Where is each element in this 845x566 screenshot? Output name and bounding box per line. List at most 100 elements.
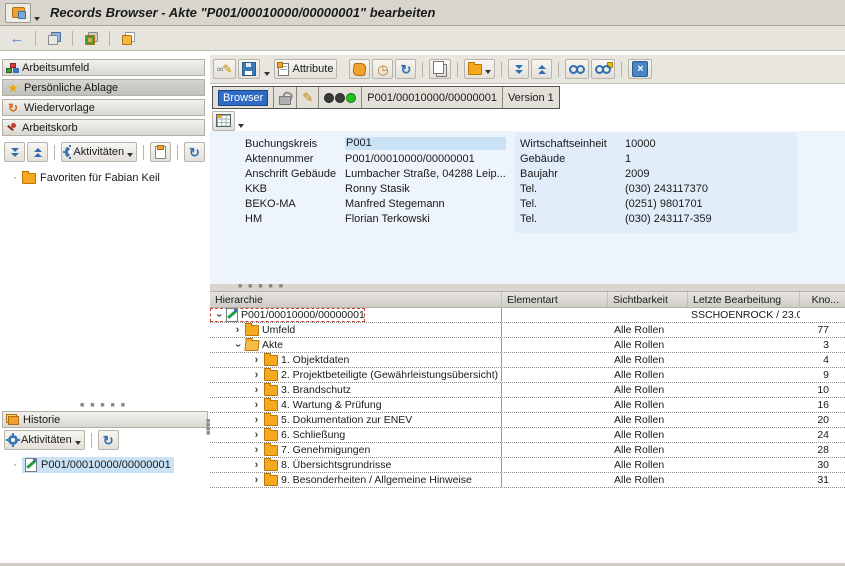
refresh-button[interactable]: ↻ <box>395 59 416 79</box>
expand-expander-icon[interactable]: › <box>233 325 242 336</box>
folder-menu-button[interactable] <box>464 59 495 79</box>
tree-row[interactable]: ›2. Projektbeteiligte (Gewährleistungsüb… <box>210 368 845 383</box>
find-button[interactable] <box>565 59 589 79</box>
field-value: Florian Terkowski <box>345 213 430 225</box>
attribute-button[interactable]: Attribute <box>274 59 337 79</box>
copy-icon <box>433 61 444 74</box>
tree-row[interactable]: ›6. SchließungAlle Rollen24 <box>210 428 845 443</box>
sidebar-section-persönliche-ablage[interactable]: ★Persönliche Ablage <box>2 79 205 96</box>
tree-node[interactable]: ›4. Wartung & Prüfung <box>210 398 382 412</box>
expand-expander-icon[interactable]: › <box>252 475 261 486</box>
insert-table-menu-button[interactable] <box>236 111 246 131</box>
activities-menu-button[interactable]: Aktivitäten <box>61 142 137 162</box>
form-table-splitter[interactable]: ■ ■ ■ ■ ■ <box>210 284 845 291</box>
lock-button[interactable] <box>274 87 297 108</box>
window-blue-button[interactable] <box>43 28 65 48</box>
refresh-button[interactable]: ↻ <box>184 142 205 162</box>
favorites-item[interactable]: · Favoriten für Fabian Keil <box>2 172 205 184</box>
column-header-kno[interactable]: Kno... <box>800 292 845 307</box>
sidebar-section-arbeitskorb[interactable]: Arbeitskorb <box>2 119 205 136</box>
tree-node[interactable]: ›8. Übersichtsgrundrisse <box>210 458 391 472</box>
double-chevron-up-icon <box>34 147 42 158</box>
find-next-button[interactable] <box>591 59 615 79</box>
collapse-expander-icon[interactable]: › <box>213 311 224 320</box>
sidebar-section-arbeitsumfeld[interactable]: Arbeitsumfeld <box>2 59 205 76</box>
back-button[interactable]: ← <box>6 28 28 48</box>
expand-expander-icon[interactable]: › <box>252 400 261 411</box>
expand-expander-icon[interactable]: › <box>252 355 261 366</box>
expand-expander-icon[interactable]: › <box>252 430 261 441</box>
save-button[interactable] <box>238 59 260 79</box>
tree-row[interactable]: ›4. Wartung & PrüfungAlle Rollen16 <box>210 398 845 413</box>
history-clock-button[interactable]: ◷ <box>372 59 393 79</box>
browser-tab[interactable]: Browser <box>213 87 274 108</box>
toolbar-separator <box>558 62 559 77</box>
application-toolbar: ∞ ✎ Attribute ◷ ↻ <box>210 55 845 84</box>
history-section-header[interactable]: Historie <box>2 411 208 428</box>
collapse-all-button[interactable] <box>531 59 552 79</box>
tree-row[interactable]: ›5. Dokumentation zur ENEVAlle Rollen20 <box>210 413 845 428</box>
tree-node[interactable]: ›3. Brandschutz <box>210 383 351 397</box>
expand-all-button[interactable] <box>508 59 529 79</box>
history-item-selection: P001/00010000/00000001 <box>22 457 174 473</box>
tree-node[interactable]: ›5. Dokumentation zur ENEV <box>210 413 412 427</box>
expand-expander-icon[interactable]: › <box>252 445 261 456</box>
tree-row[interactable]: ›1. ObjektdatenAlle Rollen4 <box>210 353 845 368</box>
display-change-button[interactable]: ∞ ✎ <box>213 59 236 79</box>
tree-node[interactable]: ›Umfeld <box>210 323 295 337</box>
history-item[interactable]: · P001/00010000/00000001 <box>2 457 174 473</box>
protocol-button[interactable] <box>349 59 370 79</box>
expand-expander-icon[interactable]: › <box>252 415 261 426</box>
window-menu-dropdown-icon[interactable] <box>34 17 40 21</box>
folder-icon <box>264 385 278 396</box>
expand-all-button[interactable] <box>4 142 25 162</box>
window-orange-button[interactable] <box>117 28 139 48</box>
column-header-sichtbarkeit[interactable]: Sichtbarkeit <box>608 292 688 307</box>
form-row: Gebäude1 <box>515 151 797 166</box>
dropdown-icon <box>238 124 244 128</box>
history-section-label: Historie <box>23 414 60 426</box>
sichtbarkeit-cell: Alle Rollen <box>608 398 688 412</box>
field-value: 1 <box>625 153 631 165</box>
column-header-hierarchie[interactable]: Hierarchie <box>210 292 502 307</box>
expand-expander-icon[interactable]: › <box>252 460 261 471</box>
tree-node[interactable]: ›7. Genehmigungen <box>210 443 370 457</box>
paste-button[interactable] <box>150 142 171 162</box>
tree-row[interactable]: ›AkteAlle Rollen3 <box>210 338 845 353</box>
collapse-expander-icon[interactable]: › <box>232 341 243 350</box>
horizontal-splitter-handle[interactable]: ■ ■ ■ ■ ■ <box>2 404 205 408</box>
tree-node[interactable]: ›Akte <box>210 338 283 352</box>
expand-expander-icon[interactable]: › <box>252 370 261 381</box>
tree-row[interactable]: ›8. ÜbersichtsgrundrisseAlle Rollen30 <box>210 458 845 473</box>
tree-node[interactable]: ›P001/00010000/00000001 <box>210 308 365 322</box>
tree-node[interactable]: ›6. Schließung <box>210 428 345 442</box>
window-menu-button[interactable] <box>5 3 31 23</box>
close-button[interactable]: × <box>628 59 652 79</box>
copy-button[interactable] <box>429 59 451 79</box>
field-value: 10000 <box>625 138 656 150</box>
toolbar-separator <box>54 145 55 160</box>
column-header-elementart[interactable]: Elementart <box>502 292 608 307</box>
history-activities-menu-button[interactable]: Aktivitäten <box>4 430 85 450</box>
window-green-button[interactable] <box>80 28 102 48</box>
letzte-bearbeitung-cell <box>688 383 800 397</box>
tree-row[interactable]: ›7. GenehmigungenAlle Rollen28 <box>210 443 845 458</box>
edit-button[interactable]: ✎ <box>297 87 319 108</box>
tree-node[interactable]: ›9. Besonderheiten / Allgemeine Hinweise <box>210 473 472 487</box>
tree-node[interactable]: ›1. Objektdaten <box>210 353 349 367</box>
column-header-letzte-bearbeitung[interactable]: Letzte Bearbeitung <box>688 292 800 307</box>
tree-row[interactable]: ›9. Besonderheiten / Allgemeine Hinweise… <box>210 473 845 488</box>
letzte-bearbeitung-cell <box>688 458 800 472</box>
form-row: KKBRonny Stasik <box>245 181 506 196</box>
collapse-all-button[interactable] <box>27 142 48 162</box>
insert-table-button[interactable] <box>212 111 235 131</box>
tree-row[interactable]: ›UmfeldAlle Rollen77 <box>210 323 845 338</box>
tree-row[interactable]: ›P001/00010000/00000001SSCHOENROCK / 23.… <box>210 308 845 323</box>
tree-row[interactable]: ›3. BrandschutzAlle Rollen10 <box>210 383 845 398</box>
sidebar-section-wiedervorlage[interactable]: ↻Wiedervorlage <box>2 99 205 116</box>
tree-node[interactable]: ›2. Projektbeteiligte (Gewährleistungsüb… <box>210 368 498 382</box>
save-menu-button[interactable] <box>262 59 272 79</box>
resubmission-icon: ↻ <box>6 102 20 114</box>
history-refresh-button[interactable]: ↻ <box>98 430 119 450</box>
expand-expander-icon[interactable]: › <box>252 385 261 396</box>
